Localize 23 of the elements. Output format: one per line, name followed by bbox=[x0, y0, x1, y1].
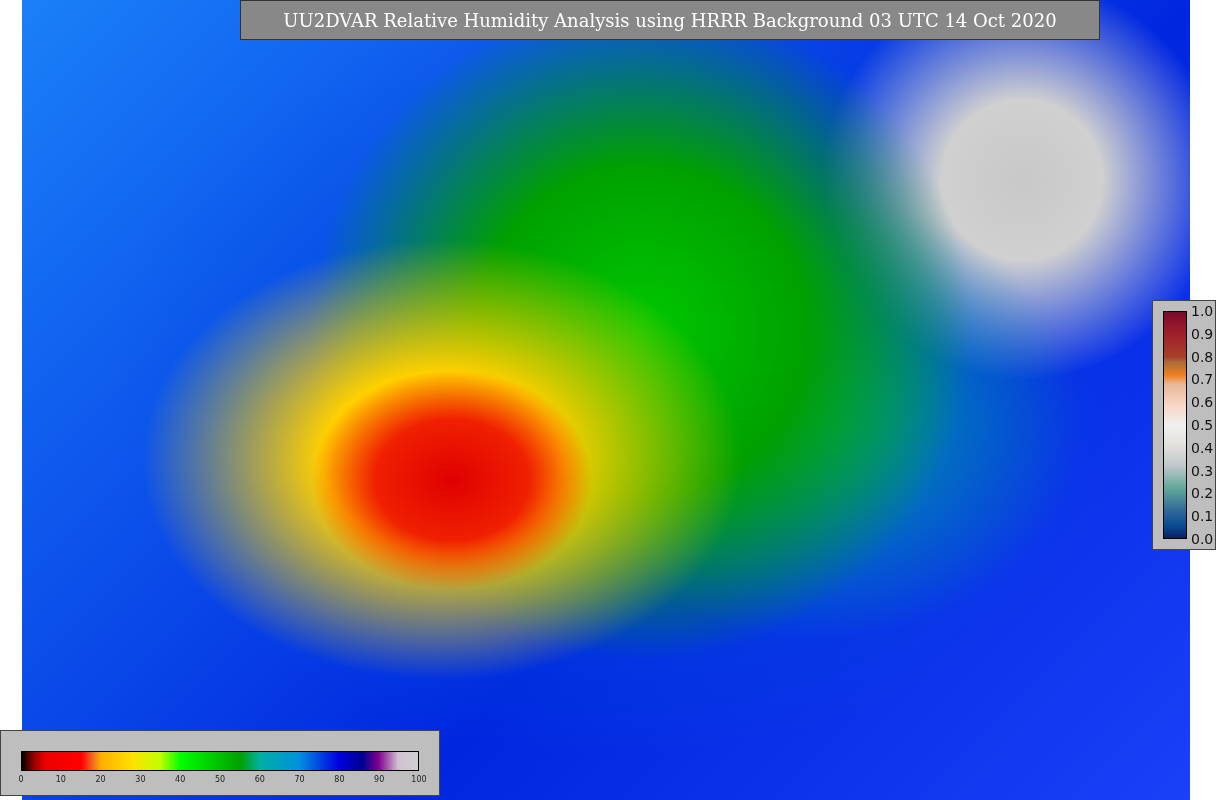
tick-label: 0.0 bbox=[1191, 531, 1214, 547]
tick-label: 1.0 bbox=[1191, 303, 1214, 319]
tick-label: 0.8 bbox=[1191, 348, 1214, 365]
tick-label: 30 bbox=[135, 775, 146, 784]
tick-label: 0 bbox=[18, 775, 24, 784]
tick-label: 0.3 bbox=[1191, 462, 1214, 479]
map-title: UU2DVAR Relative Humidity Analysis using HRRR Background 03 UTC 14 Oct 2020 bbox=[240, 0, 1100, 40]
tick-label: 0.7 bbox=[1191, 371, 1214, 388]
tick-label: 0.2 bbox=[1191, 485, 1214, 502]
tick-label: 60 bbox=[254, 775, 265, 784]
tick-label: 100 bbox=[411, 775, 427, 784]
tick-label: 40 bbox=[175, 775, 186, 784]
tick-label: 0.4 bbox=[1191, 439, 1214, 456]
tick-label: 20 bbox=[95, 775, 106, 784]
tick-label: 90 bbox=[374, 775, 385, 784]
tick-label: 80 bbox=[334, 775, 345, 784]
tick-label: 0.1 bbox=[1191, 508, 1214, 525]
tick-label: 10 bbox=[55, 775, 66, 784]
tick-label: 0.6 bbox=[1191, 394, 1214, 411]
tick-label: 70 bbox=[294, 775, 305, 784]
tick-label: 0.9 bbox=[1191, 325, 1214, 342]
tick-label: 50 bbox=[214, 775, 226, 784]
tick-label: 0.5 bbox=[1191, 417, 1214, 433]
